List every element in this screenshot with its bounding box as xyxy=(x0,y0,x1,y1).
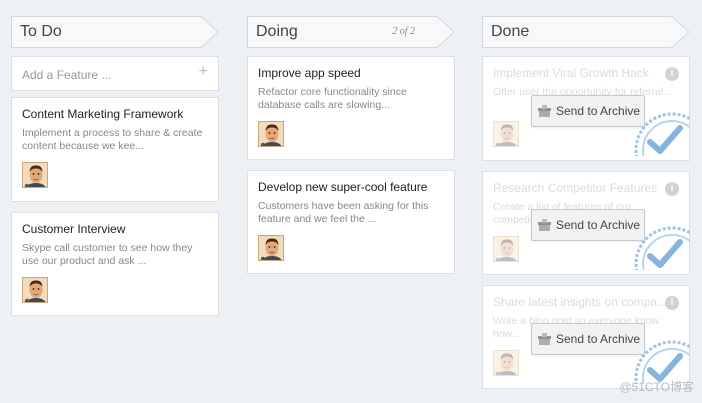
plus-icon[interactable]: + xyxy=(199,63,208,81)
archive-icon xyxy=(538,332,551,345)
card-title: Research Competitor Features xyxy=(493,181,658,195)
avatar xyxy=(493,121,519,147)
avatar[interactable] xyxy=(22,277,48,303)
avatar[interactable] xyxy=(22,162,48,188)
column-done: Done Implement Viral Growth Hack Offer u… xyxy=(482,16,690,399)
card-description: Customers have been asking for this feat… xyxy=(258,200,429,225)
card-title: Implement Viral Growth Hack xyxy=(493,66,649,80)
done-card[interactable]: Implement Viral Growth Hack Offer user t… xyxy=(482,56,690,161)
column-todo: To Do Add a Feature ... + Content Market… xyxy=(11,16,219,326)
info-icon[interactable]: i xyxy=(665,296,679,310)
avatar[interactable] xyxy=(258,235,284,261)
task-card[interactable]: Develop new super-cool feature Customers… xyxy=(247,170,455,274)
column-title: To Do xyxy=(20,23,62,40)
task-card[interactable]: Customer Interview Skype call customer t… xyxy=(11,212,219,316)
card-title: Content Marketing Framework xyxy=(22,107,184,121)
task-card[interactable]: Content Marketing Framework Implement a … xyxy=(11,97,219,202)
send-to-archive-button[interactable]: Send to Archive xyxy=(531,323,645,355)
archive-icon xyxy=(538,218,551,231)
card-title: Develop new super-cool feature xyxy=(258,180,428,194)
avatar[interactable] xyxy=(258,121,284,147)
send-to-archive-button[interactable]: Send to Archive xyxy=(531,209,645,241)
info-icon[interactable]: i xyxy=(665,67,679,81)
card-description: Implement a process to share & create co… xyxy=(22,127,203,152)
column-title: Doing xyxy=(256,23,298,40)
card-title: Improve app speed xyxy=(258,66,361,80)
column-title: Done xyxy=(491,23,530,40)
archive-label: Send to Archive xyxy=(556,104,641,118)
card-description: Skype call customer to see how they use … xyxy=(22,242,193,267)
done-card[interactable]: Research Competitor Features Create a li… xyxy=(482,171,690,275)
column-doing: Doing 2 of 2 Improve app speed Refactor … xyxy=(247,16,455,284)
add-feature-input[interactable]: Add a Feature ... + xyxy=(11,56,219,91)
card-title: Share latest insights on compa... xyxy=(493,295,668,309)
archive-label: Send to Archive xyxy=(556,332,641,346)
column-header-done: Done xyxy=(482,16,690,48)
column-header-doing: Doing 2 of 2 xyxy=(247,16,455,48)
wip-count: 2 of 2 xyxy=(392,26,415,37)
avatar xyxy=(493,236,519,262)
card-description: Refactor core functionality since databa… xyxy=(258,86,407,111)
info-icon[interactable]: i xyxy=(665,182,679,196)
task-card[interactable]: Improve app speed Refactor core function… xyxy=(247,56,455,160)
add-feature-placeholder: Add a Feature ... xyxy=(22,68,112,82)
archive-label: Send to Archive xyxy=(556,218,641,232)
card-title: Customer Interview xyxy=(22,222,126,236)
watermark: @51CTO博客 xyxy=(619,380,694,394)
archive-icon xyxy=(538,104,551,117)
done-card[interactable]: Share latest insights on compa... Write … xyxy=(482,285,690,389)
avatar xyxy=(493,350,519,376)
column-header-todo: To Do xyxy=(11,16,219,48)
send-to-archive-button[interactable]: Send to Archive xyxy=(531,95,645,127)
